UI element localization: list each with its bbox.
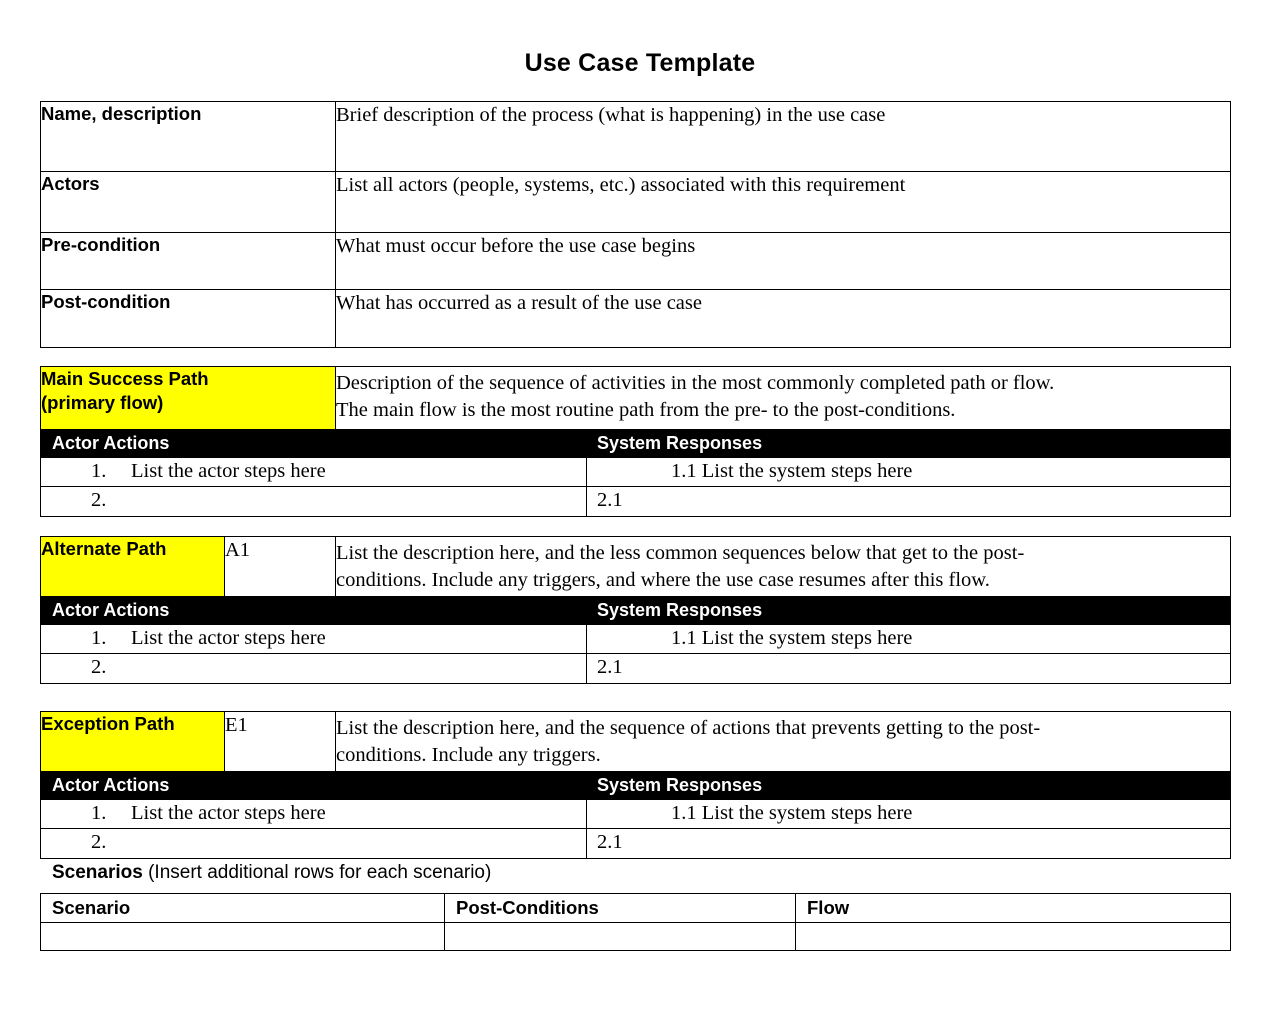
- attribute-label-post-condition: Post-condition: [40, 289, 336, 348]
- table-row: Main Success Path (primary flow) Descrip…: [40, 366, 1232, 430]
- table-row: Post-condition What has occurred as a re…: [40, 289, 1231, 348]
- scenarios-cell-scenario[interactable]: [40, 922, 445, 952]
- main-success-path-label-line1: Main Success Path: [41, 368, 209, 389]
- attributes-table: Name, description Brief description of t…: [40, 101, 1231, 348]
- alternate-system-step-1-text: List the system steps here: [701, 626, 913, 649]
- exception-path-label: Exception Path: [40, 711, 225, 772]
- main-system-step-1: 1.1 List the system steps here: [585, 456, 1232, 488]
- alternate-actor-step-1-text: List the actor steps here: [131, 626, 326, 649]
- main-actor-step-1: 1. List the actor steps here: [40, 456, 587, 488]
- alternate-actor-actions-header: Actor Actions: [40, 596, 587, 625]
- main-success-path-description-line2: The main flow is the most routine path f…: [336, 398, 956, 421]
- exception-system-step-1: 1.1 List the system steps here: [585, 798, 1232, 830]
- scenarios-table: Scenario Post-Conditions Flow: [40, 892, 1231, 952]
- scenarios-cell-flow[interactable]: [795, 922, 1231, 952]
- exception-system-step-2: 2.1: [585, 828, 1232, 859]
- scenarios-cell-post-conditions[interactable]: [444, 922, 796, 952]
- scenarios-caption-bold: Scenarios: [52, 862, 143, 883]
- document-page: Use Case Template Name, description Brie…: [0, 0, 1280, 1019]
- table-header-row: Actor Actions System Responses: [40, 771, 1232, 800]
- exception-actor-step-1: 1. List the actor steps here: [40, 798, 587, 830]
- alternate-actor-step-2-number: 2.: [91, 656, 107, 679]
- attribute-value-name-description: Brief description of the process (what i…: [335, 101, 1231, 172]
- main-success-path-table: Main Success Path (primary flow) Descrip…: [40, 366, 1232, 517]
- exception-system-step-1-text: List the system steps here: [701, 801, 913, 824]
- exception-path-description: List the description here, and the seque…: [334, 711, 1232, 772]
- table-header-row: Scenario Post-Conditions Flow: [40, 892, 1231, 924]
- alternate-system-responses-header: System Responses: [585, 596, 1232, 625]
- alternate-system-step-1-number: 1.1: [671, 626, 697, 649]
- exception-actor-step-2: 2.: [40, 828, 587, 859]
- main-actor-step-2-number: 2.: [91, 489, 107, 512]
- main-success-path-description: Description of the sequence of activitie…: [334, 366, 1232, 430]
- table-row: 1. List the actor steps here 1.1 List the…: [40, 456, 1232, 488]
- alternate-system-step-2-number: 2.1: [597, 656, 623, 679]
- table-row: Actors List all actors (people, systems,…: [40, 171, 1231, 233]
- attribute-label-pre-condition: Pre-condition: [40, 232, 336, 290]
- alternate-path-table: Alternate Path A1 List the description h…: [40, 536, 1232, 684]
- table-row: Alternate Path A1 List the description h…: [40, 536, 1232, 597]
- exception-path-description-line1: List the description here, and the seque…: [336, 717, 1041, 739]
- attribute-value-pre-condition: What must occur before the use case begi…: [335, 232, 1231, 290]
- exception-path-description-line2: conditions. Include any triggers.: [336, 743, 601, 766]
- table-row: Name, description Brief description of t…: [40, 101, 1231, 172]
- scenarios-header-scenario: Scenario: [40, 892, 445, 924]
- main-actor-step-1-text: List the actor steps here: [131, 459, 326, 482]
- main-system-step-1-number: 1.1: [671, 459, 697, 482]
- alternate-system-step-2: 2.1: [585, 653, 1232, 684]
- exception-actor-step-1-number: 1.: [91, 801, 107, 824]
- main-system-step-2: 2.1: [585, 486, 1232, 517]
- table-row: Exception Path E1 List the description h…: [40, 711, 1232, 772]
- alternate-actor-step-2: 2.: [40, 653, 587, 684]
- attribute-value-actors: List all actors (people, systems, etc.) …: [335, 171, 1231, 233]
- alternate-path-id: A1: [224, 536, 336, 597]
- main-success-path-description-line1: Description of the sequence of activitie…: [336, 372, 1055, 394]
- table-header-row: Actor Actions System Responses: [40, 596, 1232, 625]
- main-success-path-label-line2: (primary flow): [41, 392, 164, 414]
- table-row: 2. 2.1: [40, 828, 1232, 859]
- main-success-path-label: Main Success Path (primary flow): [40, 366, 336, 430]
- exception-system-responses-header: System Responses: [585, 771, 1232, 800]
- exception-system-step-2-number: 2.1: [597, 831, 623, 854]
- exception-path-table: Exception Path E1 List the description h…: [40, 711, 1232, 859]
- table-row: Pre-condition What must occur before the…: [40, 232, 1231, 290]
- exception-path-id: E1: [224, 711, 336, 772]
- alternate-path-description: List the description here, and the less …: [334, 536, 1232, 597]
- table-row: 1. List the actor steps here 1.1 List the…: [40, 623, 1232, 655]
- main-system-step-1-text: List the system steps here: [701, 459, 913, 482]
- exception-actor-step-1-text: List the actor steps here: [131, 801, 326, 824]
- exception-actor-step-2-number: 2.: [91, 831, 107, 854]
- table-row: [40, 922, 1231, 952]
- attribute-label-name-description: Name, description: [40, 101, 336, 172]
- scenarios-caption-rest: (Insert additional rows for each scenari…: [142, 862, 492, 883]
- exception-system-step-1-number: 1.1: [671, 801, 697, 824]
- scenarios-header-post-conditions: Post-Conditions: [444, 892, 796, 924]
- exception-actor-actions-header: Actor Actions: [40, 771, 587, 800]
- alternate-path-label: Alternate Path: [40, 536, 225, 597]
- alternate-system-step-1: 1.1 List the system steps here: [585, 623, 1232, 655]
- attribute-label-actors: Actors: [40, 171, 336, 233]
- main-actor-actions-header: Actor Actions: [40, 429, 587, 458]
- scenarios-header-flow: Flow: [795, 892, 1231, 924]
- table-row: 1. List the actor steps here 1.1 List the…: [40, 798, 1232, 830]
- table-header-row: Actor Actions System Responses: [40, 429, 1232, 458]
- main-system-step-2-number: 2.1: [597, 489, 623, 512]
- alternate-actor-step-1-number: 1.: [91, 626, 107, 649]
- main-actor-step-2: 2.: [40, 486, 587, 517]
- alternate-actor-step-1: 1. List the actor steps here: [40, 623, 587, 655]
- page-title: Use Case Template: [524, 49, 756, 77]
- alternate-path-description-line1: List the description here, and the less …: [336, 542, 1025, 564]
- main-actor-step-1-number: 1.: [91, 459, 107, 482]
- table-row: 2. 2.1: [40, 486, 1232, 517]
- scenarios-caption: Scenarios (Insert additional rows for ea…: [52, 862, 491, 885]
- attribute-value-post-condition: What has occurred as a result of the use…: [335, 289, 1231, 348]
- alternate-path-description-line2: conditions. Include any triggers, and wh…: [336, 568, 990, 591]
- table-row: 2. 2.1: [40, 653, 1232, 684]
- main-system-responses-header: System Responses: [585, 429, 1232, 458]
